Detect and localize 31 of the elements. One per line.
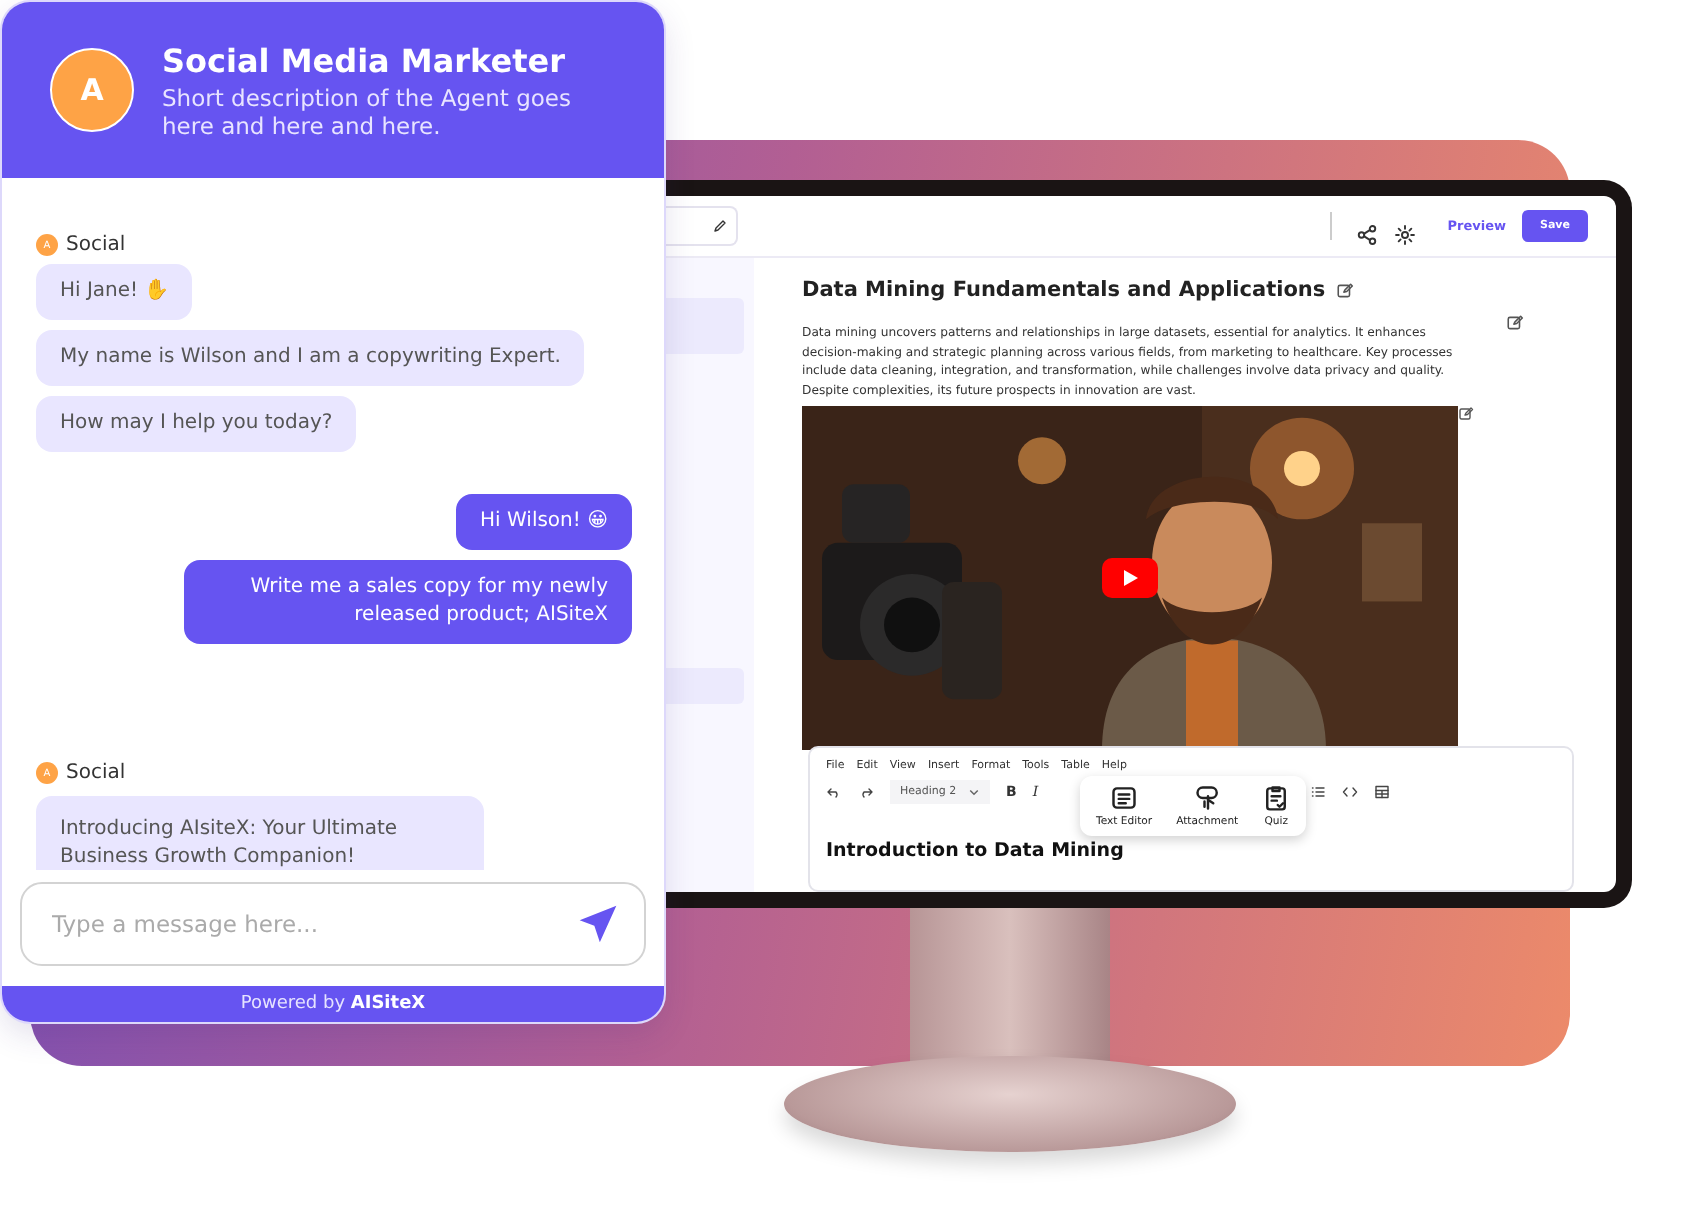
list-icon xyxy=(1310,784,1327,800)
content-heading: Introduction to Data Mining xyxy=(826,840,1126,862)
edit-icon xyxy=(1335,281,1354,299)
agent-name: Social Media Marketer xyxy=(162,41,567,79)
agent-message: Introducing AIsiteX: Your Ultimate Business Growth Companion! xyxy=(36,796,484,870)
sender-name: Social xyxy=(66,234,126,256)
agent-description: Short description of the Agent goes here and here and here. xyxy=(162,83,573,139)
sender-name: Social xyxy=(66,762,126,784)
agent-message: How may I help you today? xyxy=(36,396,357,452)
edit-icon xyxy=(1506,314,1524,332)
table-icon xyxy=(1374,784,1391,800)
edit-icon xyxy=(1458,406,1474,422)
share-icon xyxy=(1355,223,1378,245)
undo-icon xyxy=(826,784,842,800)
pencil-icon xyxy=(712,218,728,234)
text-editor-icon xyxy=(1110,784,1139,812)
user-message: Hi Wilson! 😀 xyxy=(456,494,632,550)
send-icon[interactable] xyxy=(576,902,620,946)
page-title: Data Mining Fundamentals and Applications xyxy=(802,278,1326,302)
play-button[interactable] xyxy=(1102,558,1158,598)
message-input[interactable]: Type a message here... xyxy=(48,908,576,940)
redo-icon xyxy=(858,784,874,800)
message-field[interactable]: Type a message here... xyxy=(20,882,646,966)
agent-message: Hi Jane! ✋ xyxy=(36,264,193,320)
code-icon xyxy=(1342,784,1359,800)
agent-message: My name is Wilson and I am a copywriting Expert. xyxy=(36,330,585,386)
caret-icon xyxy=(968,786,980,798)
clipboard-check-icon xyxy=(1262,784,1291,812)
agent-avatar: A xyxy=(50,48,134,132)
user-message: Write me a sales copy for my newly released product; AISiteX xyxy=(184,560,632,644)
powered-by: Powered by AISiteX xyxy=(2,986,664,1022)
